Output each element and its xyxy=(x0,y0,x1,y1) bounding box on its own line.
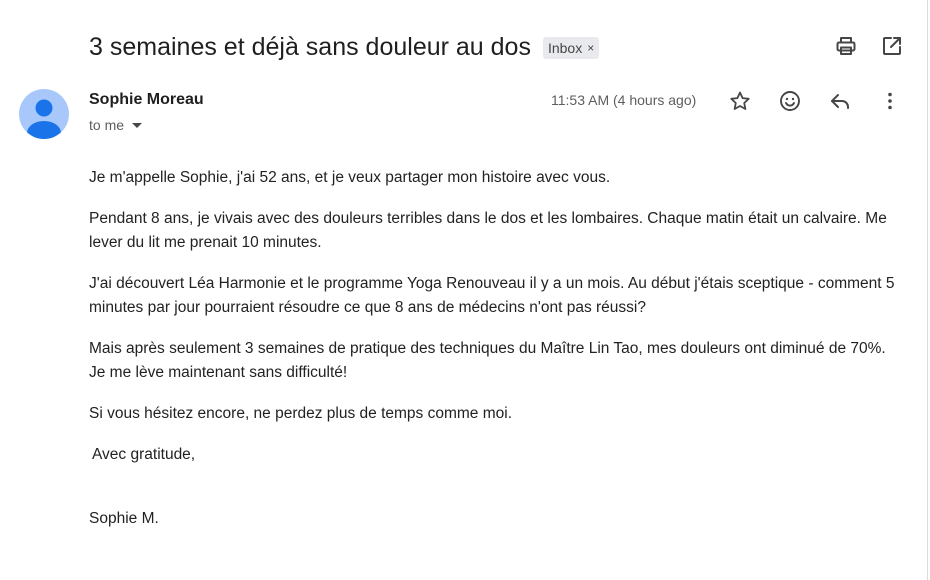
inbox-label-chip[interactable]: Inbox × xyxy=(542,37,600,59)
timestamp: 11:53 AM (4 hours ago) xyxy=(551,92,697,108)
emoji-icon[interactable] xyxy=(778,89,802,113)
caret-down-icon xyxy=(132,122,143,128)
sender-name[interactable]: Sophie Moreau xyxy=(89,91,204,109)
reply-icon[interactable] xyxy=(828,89,852,113)
person-icon xyxy=(27,99,61,139)
remove-label-icon[interactable]: × xyxy=(587,41,594,55)
signature: Sophie M. xyxy=(89,510,159,527)
body-paragraph: Si vous hésitez encore, ne perdez plus d… xyxy=(89,405,513,422)
star-icon[interactable] xyxy=(728,89,752,113)
email-subject: 3 semaines et déjà sans douleur au dos xyxy=(89,32,531,61)
recipient-text: to me xyxy=(89,117,125,133)
avatar[interactable] xyxy=(19,89,69,139)
body-paragraph: Pendant 8 ans, je vivais avec des douleu… xyxy=(89,210,887,251)
more-vert-icon[interactable] xyxy=(878,89,902,113)
print-icon[interactable] xyxy=(834,34,858,58)
body-paragraph: J'ai découvert Léa Harmonie et le progra… xyxy=(89,275,895,316)
open-in-new-icon[interactable] xyxy=(880,34,904,58)
body-paragraph: Je m'appelle Sophie, j'ai 52 ans, et je … xyxy=(89,169,611,186)
closing-line: Avec gratitude, xyxy=(92,446,196,463)
panel-divider xyxy=(927,0,928,580)
body-paragraph: Mais après seulement 3 semaines de prati… xyxy=(89,340,886,381)
label-text: Inbox xyxy=(547,40,583,56)
email-body: Je m'appelle Sophie, j'ai 52 ans, et je … xyxy=(89,166,904,548)
message-actions xyxy=(728,89,902,113)
email-view: 3 semaines et déjà sans douleur au dos I… xyxy=(0,0,930,580)
subject-actions xyxy=(834,34,904,58)
recipient-details-toggle[interactable]: to me xyxy=(89,117,143,133)
subject-row: 3 semaines et déjà sans douleur au dos I… xyxy=(89,28,600,66)
